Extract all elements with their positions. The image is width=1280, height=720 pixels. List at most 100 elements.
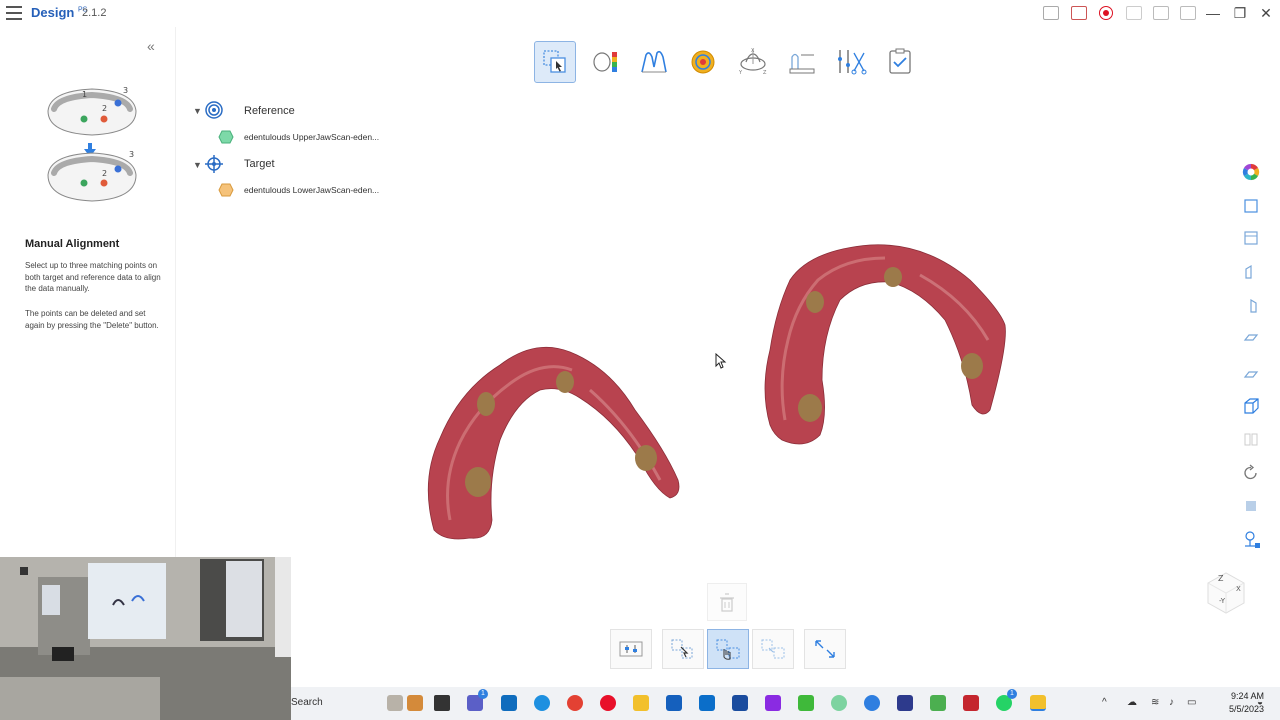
close-button[interactable]: ✕ xyxy=(1253,3,1279,23)
view-left-icon xyxy=(1245,264,1252,279)
design-app-taskbar-icon[interactable] xyxy=(897,695,913,711)
lower-jaw-mesh-icon[interactable] xyxy=(218,183,234,197)
chrome-icon[interactable] xyxy=(567,695,583,711)
collapse-panel-button[interactable]: « xyxy=(147,38,155,54)
color-wheel-icon xyxy=(1242,163,1260,181)
media-app-icon[interactable] xyxy=(765,695,781,711)
reference-item-label[interactable]: edentulouds UpperJawScan-eden... xyxy=(244,132,379,142)
transparency-icon xyxy=(1246,501,1256,511)
cube-y-label: -Y xyxy=(1219,597,1226,605)
app-version: 2.1.2 xyxy=(82,7,107,19)
minimize-button[interactable]: — xyxy=(1200,3,1226,23)
widget-icon[interactable] xyxy=(387,695,403,711)
onedrive-icon[interactable]: ☁ xyxy=(1127,697,1137,708)
finish-step-button[interactable] xyxy=(879,41,921,83)
axis-rotate-button[interactable]: X Y Z xyxy=(732,41,774,83)
reset-view-button[interactable] xyxy=(1241,463,1261,483)
view-right-button[interactable] xyxy=(1241,296,1261,316)
upper-jaw-model[interactable] xyxy=(760,240,1010,450)
volume-icon[interactable]: ♪ xyxy=(1169,697,1174,708)
remote-desktop-icon[interactable] xyxy=(732,695,748,711)
store-icon[interactable] xyxy=(666,695,682,711)
pen-app-icon[interactable] xyxy=(930,695,946,711)
mail-icon[interactable] xyxy=(699,695,715,711)
manual-point-align-button[interactable] xyxy=(707,629,749,669)
record-icon[interactable] xyxy=(1099,6,1113,20)
panel-title: Manual Alignment xyxy=(25,238,120,250)
transparency-button[interactable] xyxy=(1241,496,1261,516)
orientation-cube[interactable]: Z X -Y xyxy=(1200,565,1252,617)
manual-align-icon xyxy=(543,50,566,73)
occlusion-button[interactable] xyxy=(682,41,724,83)
auto-align-button[interactable] xyxy=(752,629,794,669)
axis-rotate-icon: X Y Z xyxy=(738,48,767,76)
view-left-button[interactable] xyxy=(1241,262,1261,282)
target-crosshair-icon xyxy=(205,155,223,173)
cross-section-button[interactable] xyxy=(633,41,675,83)
file-explorer-icon[interactable] xyxy=(633,695,649,711)
edge-icon[interactable] xyxy=(534,695,550,711)
mouse-cursor-icon xyxy=(715,353,727,369)
menu-icon[interactable] xyxy=(6,6,22,20)
view-iso-button[interactable] xyxy=(1241,396,1261,416)
target-item-label[interactable]: edentulouds LowerJawScan-eden... xyxy=(244,185,379,195)
tray-chevron-icon[interactable]: ^ xyxy=(1102,697,1107,708)
battery-icon[interactable]: ▭ xyxy=(1187,697,1196,708)
taskbar-search[interactable]: Search xyxy=(291,697,323,708)
view-split-button[interactable] xyxy=(1241,429,1261,449)
lower-jaw-model[interactable] xyxy=(420,330,690,545)
green-app-icon[interactable] xyxy=(798,695,814,711)
align-settings-icon xyxy=(619,641,643,657)
panel-description: Select up to three matching points on bo… xyxy=(25,261,161,293)
task-view-icon[interactable] xyxy=(434,695,450,711)
color-wheel-button[interactable] xyxy=(1241,162,1261,182)
view-front-button[interactable] xyxy=(1241,196,1261,216)
view-top-button[interactable] xyxy=(1241,329,1261,349)
record-area-icon[interactable] xyxy=(1071,6,1087,20)
auto-align-icon xyxy=(761,639,785,659)
title-bar: Design PS 2.1.2 — ❐ ✕ xyxy=(0,0,1280,27)
reference-expand-icon[interactable]: ▼ xyxy=(193,106,202,116)
reset-view-icon xyxy=(1244,464,1257,480)
delete-points-button[interactable] xyxy=(707,583,747,621)
restore-layout-icon[interactable] xyxy=(1180,6,1196,20)
wifi-icon[interactable]: ≋ xyxy=(1151,697,1159,708)
trim-tools-icon xyxy=(838,50,867,75)
opera-icon[interactable] xyxy=(600,695,616,711)
trash-icon xyxy=(720,593,734,612)
grid-app-icon[interactable] xyxy=(963,695,979,711)
windows-taskbar: Search 1 1 ^ ☁ ≋ ♪ ▭ 9:24 AM 5/5/2023 ◒ xyxy=(291,687,1280,720)
measure-icon xyxy=(789,53,815,74)
screenshot-icon[interactable] xyxy=(1043,6,1059,20)
maximize-button[interactable]: ❐ xyxy=(1227,3,1253,23)
deviation-map-button[interactable] xyxy=(584,41,626,83)
finish-check-icon xyxy=(889,48,911,74)
teal-app-icon[interactable] xyxy=(831,695,847,711)
widget-icon-2[interactable] xyxy=(407,695,423,711)
step-3-label: 3 xyxy=(123,86,128,95)
svg-text:X: X xyxy=(751,48,755,54)
target-label: Target xyxy=(244,158,275,170)
one-point-align-button[interactable] xyxy=(662,629,704,669)
active-folder-icon[interactable] xyxy=(1030,695,1046,711)
teams-badge: 1 xyxy=(478,689,488,699)
target-expand-icon[interactable]: ▼ xyxy=(193,160,202,170)
expand-align-button[interactable] xyxy=(804,629,846,669)
svg-text:Z: Z xyxy=(763,70,767,76)
settings-gear-icon[interactable] xyxy=(864,695,880,711)
trim-tools-button[interactable] xyxy=(830,41,872,83)
view-bottom-button[interactable] xyxy=(1241,363,1261,383)
step-2-lower-label: 2 xyxy=(102,169,107,178)
window-icon[interactable] xyxy=(1153,6,1169,20)
outlook-icon[interactable] xyxy=(501,695,517,711)
webcam-overlay xyxy=(0,557,291,720)
notifications-icon[interactable]: ◒ xyxy=(1257,697,1263,708)
alignment-steps-illustration: 1 2 3 2 3 xyxy=(47,86,137,202)
upper-jaw-mesh-icon[interactable] xyxy=(218,130,234,144)
visibility-settings-button[interactable] xyxy=(1241,530,1261,550)
measure-button[interactable] xyxy=(781,41,823,83)
view-back-button[interactable] xyxy=(1241,228,1261,248)
align-settings-button[interactable] xyxy=(610,629,652,669)
camera-icon[interactable] xyxy=(1126,6,1142,20)
manual-align-button[interactable] xyxy=(534,41,576,83)
